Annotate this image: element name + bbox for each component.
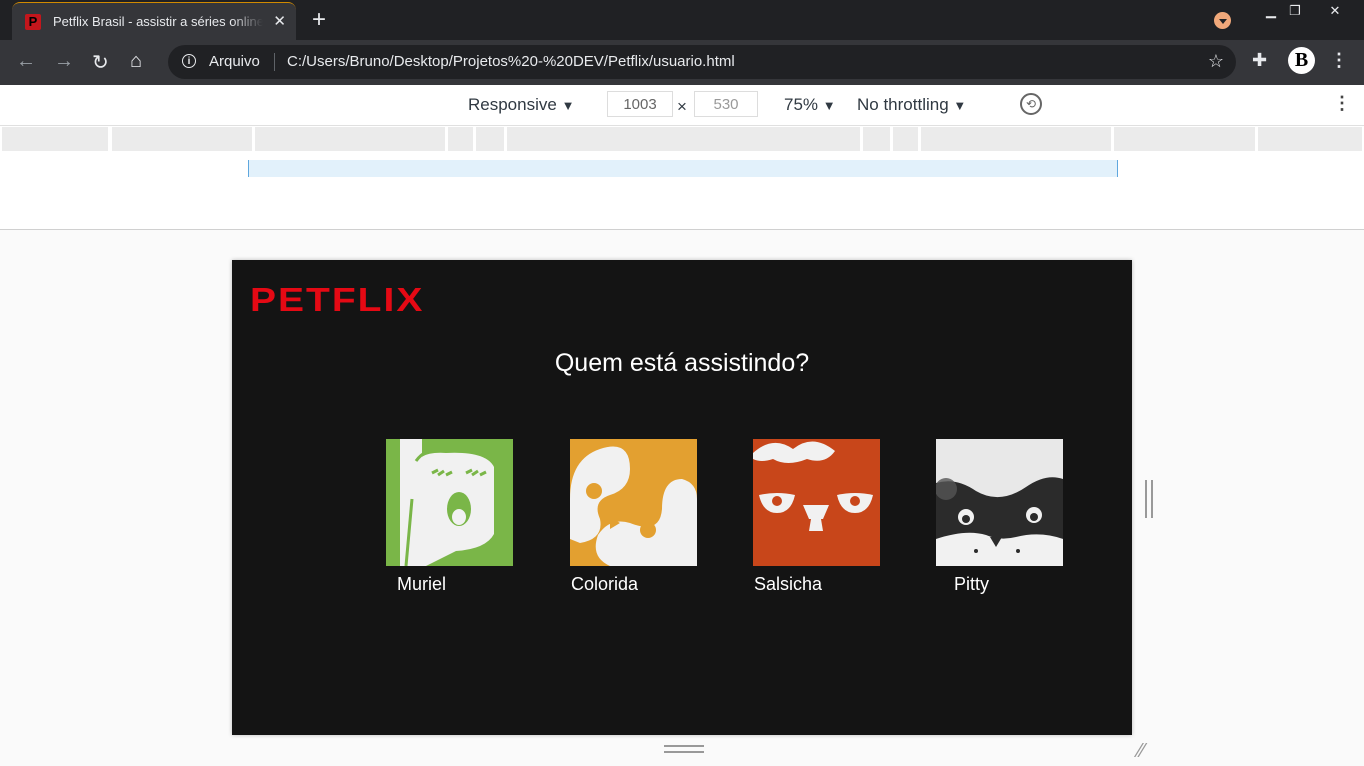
media-query-segment[interactable] [1258,127,1362,151]
device-dropdown-icon: ▼ [561,98,575,113]
scheme-label: Arquivo [209,53,260,70]
bookmark-star-icon[interactable]: ☆ [1208,51,1224,72]
device-more-icon[interactable]: ⋮ [1333,93,1351,114]
profile-avatar[interactable] [570,439,697,566]
page-viewport: PETFLIX Quem está assistindo? Muriel Col… [232,260,1132,735]
profile-menu-icon[interactable] [1214,12,1231,29]
close-tab-icon[interactable]: ✕ [273,12,286,30]
media-query-segment[interactable] [863,127,890,151]
media-query-segment[interactable] [2,127,108,151]
media-query-segment[interactable] [893,127,918,151]
forward-icon[interactable]: → [54,50,74,73]
url-text[interactable]: C:/Users/Bruno/Desktop/Projetos%20-%20DE… [287,53,735,70]
media-query-segment[interactable] [112,127,252,151]
close-window-icon[interactable]: ✕ [1314,0,1356,22]
address-bar[interactable]: i Arquivo C:/Users/Bruno/Desktop/Projeto… [168,45,1236,79]
device-toolbar: Responsive ▼ 1003 × 530 75% ▼ No throttl… [0,85,1364,126]
tab-favicon: P [25,13,41,30]
extensions-icon[interactable]: ✚ [1252,50,1267,71]
throttling-dropdown-icon: ▼ [953,98,967,113]
profile-name[interactable]: Muriel [397,574,513,595]
address-separator [274,53,275,71]
browser-tab[interactable]: P Petflix Brasil - assistir a séries onl… [12,2,296,40]
throttling-select[interactable]: No throttling ▼ [857,95,966,115]
width-input[interactable]: 1003 [607,91,673,117]
petflix-logo[interactable]: PETFLIX [250,282,424,319]
height-input[interactable]: 530 [694,91,758,117]
account-avatar[interactable]: B [1288,47,1315,74]
media-query-segment[interactable] [476,127,504,151]
media-query-segment[interactable] [507,127,860,151]
rotate-icon[interactable]: ⟲ [1020,93,1042,115]
viewport-resize-handle-right[interactable] [1145,480,1153,518]
profile-card-pitty[interactable]: Pitty [936,439,1063,595]
viewport-resize-handle-bottom[interactable] [664,745,704,753]
home-icon[interactable]: ⌂ [130,50,142,73]
profile-name[interactable]: Salsicha [754,574,880,595]
restore-icon[interactable]: ❐ [1274,0,1316,22]
tab-title: Petflix Brasil - assistir a séries onlin… [53,14,263,29]
orange-face-icon [570,446,697,566]
browser-toolbar: ← → ↻ ⌂ i Arquivo C:/Users/Bruno/Desktop… [0,40,1364,85]
profile-name[interactable]: Pitty [954,574,1063,595]
page-heading: Quem está assistindo? [554,349,810,377]
throttling-label: No throttling [857,95,949,114]
profile-avatar[interactable] [936,439,1063,566]
browser-menu-icon[interactable]: ⋮ [1330,50,1348,71]
profile-card-colorida[interactable]: Colorida [570,439,697,595]
back-icon[interactable]: ← [16,50,36,73]
media-query-segment[interactable] [255,127,445,151]
zoom-dropdown-icon: ▼ [822,98,836,113]
reload-icon[interactable]: ↻ [92,50,109,75]
media-query-segment[interactable] [448,127,473,151]
info-icon[interactable]: i [182,54,196,68]
zoom-select[interactable]: 75% ▼ [784,95,836,115]
profile-avatar[interactable] [753,439,880,566]
raccoon-face-icon [936,477,1063,566]
profile-name[interactable]: Colorida [571,574,697,595]
profile-card-salsicha[interactable]: Salsicha [753,439,880,595]
media-query-segment[interactable] [1114,127,1255,151]
new-tab-icon[interactable]: + [312,6,326,34]
viewport-resize-handle-corner[interactable]: ⁄⁄ [1138,740,1145,763]
device-select[interactable]: Responsive ▼ [468,95,574,115]
profile-avatar[interactable] [386,439,513,566]
red-face-icon [753,441,873,531]
dimension-times: × [677,97,687,116]
zoom-label: 75% [784,95,819,114]
green-face-icon [400,439,494,566]
device-label: Responsive [468,95,557,114]
profile-card-muriel[interactable]: Muriel [386,439,513,595]
media-query-segment[interactable] [921,127,1111,151]
media-query-bar [0,126,1364,154]
browser-titlebar: P Petflix Brasil - assistir a séries onl… [0,0,1364,40]
viewport-ruler [248,160,1118,177]
